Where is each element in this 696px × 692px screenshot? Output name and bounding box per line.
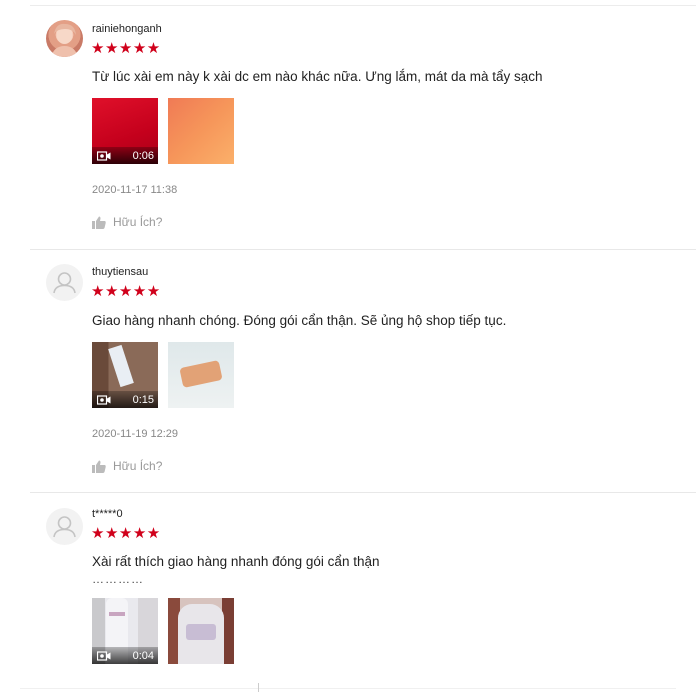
review-divider <box>30 492 696 493</box>
bottom-marker <box>258 683 259 692</box>
product-bar <box>179 360 223 388</box>
video-duration: 0:15 <box>132 393 154 406</box>
avatar[interactable] <box>46 508 83 545</box>
review-video-thumbnail[interactable]: 0:04 <box>92 598 158 664</box>
review-username[interactable]: thuytiensau <box>92 266 148 278</box>
video-overlay: 0:15 <box>92 391 158 408</box>
bottle-label <box>186 624 216 640</box>
avatar[interactable] <box>46 264 83 301</box>
review-comment-extra: ………… <box>92 572 144 586</box>
review-media: 0:15 <box>92 342 234 408</box>
review-comment: Xài rất thích giao hàng nhanh đóng gói c… <box>92 554 380 569</box>
review-comment: Giao hàng nhanh chóng. Đóng gói cẩn thận… <box>92 313 507 328</box>
helpful-button[interactable]: Hữu Ích? <box>92 215 162 229</box>
review-date: 2020-11-19 12:29 <box>92 428 179 440</box>
review-video-thumbnail[interactable]: 0:15 <box>92 342 158 408</box>
review-image-thumbnail[interactable] <box>168 98 234 164</box>
video-overlay: 0:04 <box>92 647 158 664</box>
bottle-label <box>109 612 125 616</box>
helpful-label: Hữu Ích? <box>113 215 163 229</box>
product-reviews-page: rainiehonganh ★★★★★ Từ lúc xài em này k … <box>0 0 696 692</box>
user-avatar-icon <box>53 516 76 538</box>
review-video-thumbnail[interactable]: 0:06 <box>92 98 158 164</box>
thumbs-up-icon <box>92 460 106 473</box>
review-image-thumbnail[interactable] <box>168 598 234 664</box>
rating-stars: ★★★★★ <box>91 283 161 300</box>
video-duration: 0:06 <box>132 149 154 162</box>
thumbs-up-icon <box>92 216 106 229</box>
bottom-divider <box>20 688 676 689</box>
review-divider <box>30 249 696 250</box>
video-camera-icon <box>97 650 111 661</box>
helpful-label: Hữu Ích? <box>113 459 163 473</box>
top-divider <box>30 5 696 6</box>
video-overlay: 0:06 <box>92 147 158 164</box>
video-camera-icon <box>97 150 111 161</box>
review-username[interactable]: t*****0 <box>92 508 123 520</box>
video-camera-icon <box>97 394 111 405</box>
review-date: 2020-11-17 11:38 <box>92 184 178 196</box>
user-avatar-icon <box>53 272 76 294</box>
review-image-thumbnail[interactable] <box>168 342 234 408</box>
package-label <box>108 344 134 388</box>
review-comment: Từ lúc xài em này k xài dc em nào khác n… <box>92 69 543 84</box>
video-duration: 0:04 <box>132 649 154 662</box>
avatar[interactable] <box>46 20 83 57</box>
user-photo-icon <box>51 23 78 57</box>
review-media: 0:04 <box>92 598 234 664</box>
rating-stars: ★★★★★ <box>91 40 161 57</box>
review-media: 0:06 <box>92 98 234 164</box>
rating-stars: ★★★★★ <box>91 525 161 542</box>
review-username[interactable]: rainiehonganh <box>92 23 162 35</box>
helpful-button[interactable]: Hữu Ích? <box>92 459 162 473</box>
